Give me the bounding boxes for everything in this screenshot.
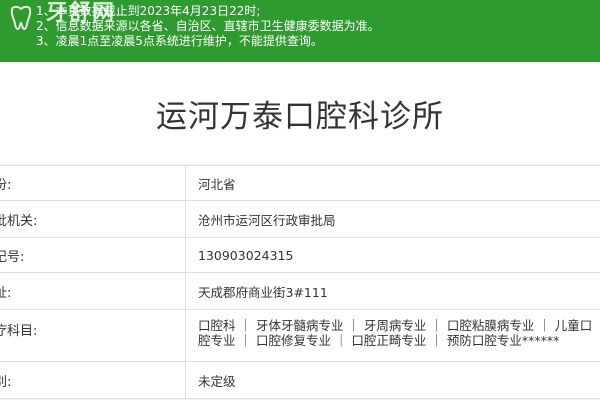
notice-lines: 1、本页数据截止到2023年4月23日22时; 2、信息数据来源以各省、自治区、… [36, 4, 380, 49]
detail-label: 疗科目: [0, 310, 186, 361]
notice-line-1: 1、本页数据截止到2023年4月23日22时; [36, 4, 261, 18]
detail-row-departments: 疗科目: 口腔科 ｜ 牙体牙髓病专业 ｜ 牙周病专业 ｜ 口腔粘膜病专业 ｜ 儿… [0, 310, 600, 362]
notice-banner: 牙舒网 1、本页数据截止到2023年4月23日22时; 2、信息数据来源以各省、… [0, 0, 600, 62]
detail-value: 未定级 [198, 373, 236, 389]
detail-value: 沧州市运河区行政审批局 [198, 212, 336, 228]
detail-value: 天成郡府商业街3#111 [198, 284, 328, 300]
detail-row-authority: 批机关: 沧州市运河区行政审批局 [0, 201, 600, 238]
notice-line-2: 2、信息数据来源以各省、自治区、直辖市卫生健康委数据为准。 [36, 19, 380, 33]
detail-value: 130903024315 [198, 247, 294, 263]
page-title: 运河万泰口腔科诊所 [0, 62, 600, 164]
notice-line-3: 3、凌晨1点至凌晨5点系统进行维护，不能提供查询。 [36, 34, 323, 48]
detail-label: 记号: [0, 238, 186, 272]
detail-row-address: 址: 天成郡府商业街3#111 [0, 273, 600, 310]
detail-row-grade: 别: 未定级 [0, 362, 600, 399]
detail-row-registration: 记号: 130903024315 [0, 238, 600, 273]
detail-value: 河北省 [198, 176, 236, 192]
detail-label: 批机关: [0, 201, 186, 237]
detail-row-province: 份: 河北省 [0, 166, 600, 201]
detail-label: 址: [0, 273, 186, 309]
detail-value: 口腔科 ｜ 牙体牙髓病专业 ｜ 牙周病专业 ｜ 口腔粘膜病专业 ｜ 儿童口腔专业… [198, 318, 593, 348]
detail-label: 别: [0, 362, 186, 398]
detail-label: 份: [0, 166, 186, 200]
tooth-logo-icon [10, 5, 32, 30]
clinic-details-table: 份: 河北省 批机关: 沧州市运河区行政审批局 记号: 130903024315… [0, 165, 600, 399]
